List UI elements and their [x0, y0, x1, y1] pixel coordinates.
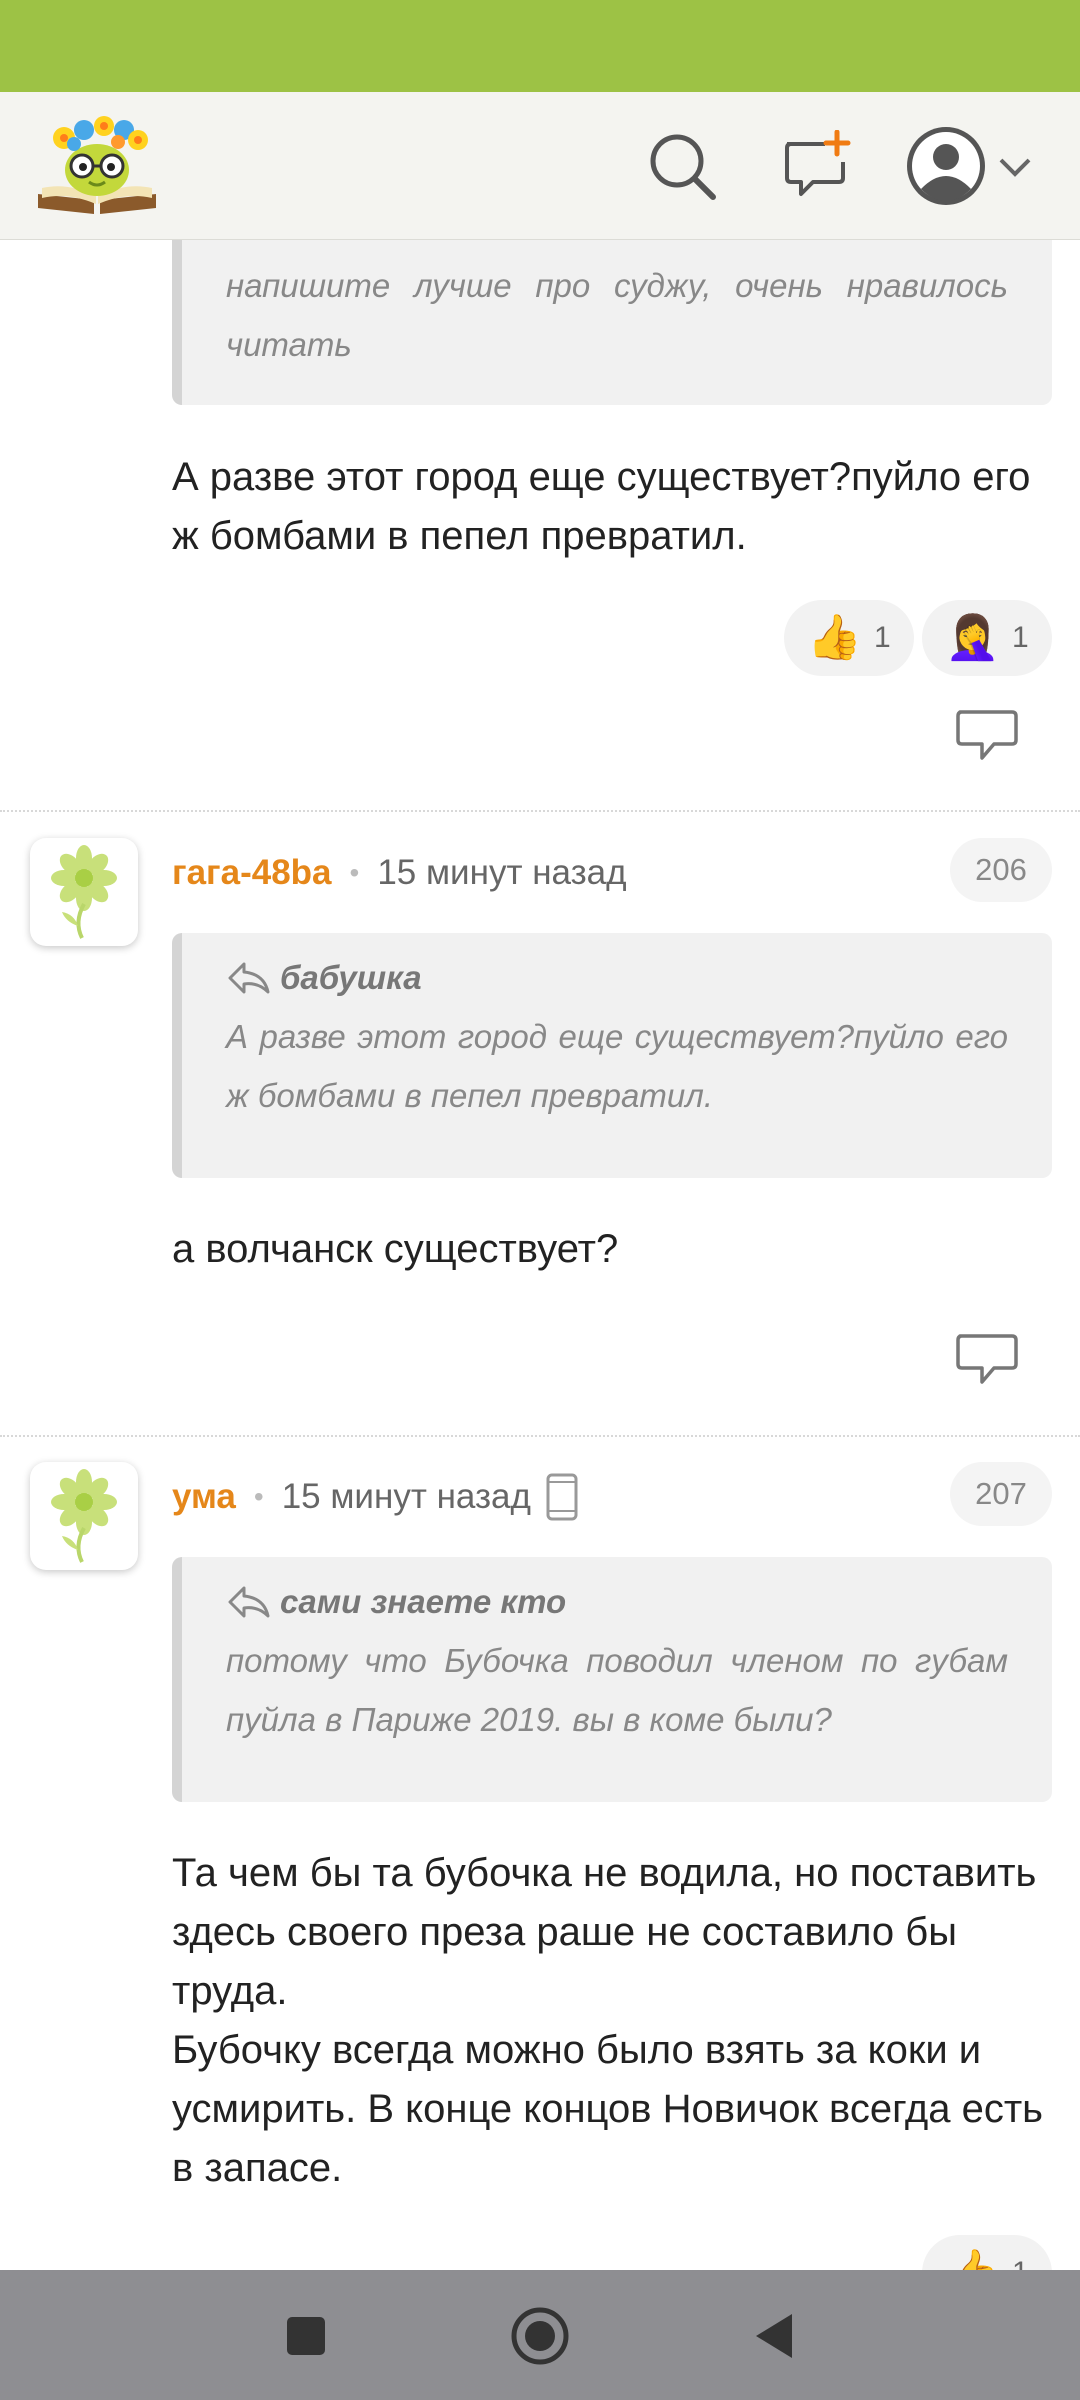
- recents-button[interactable]: [270, 2300, 342, 2372]
- search-icon: [650, 134, 716, 200]
- back-button[interactable]: [738, 2300, 810, 2372]
- username[interactable]: ума: [172, 1477, 236, 1517]
- triangle-back-icon: [756, 2314, 792, 2358]
- quote-text: потому что Бубочка поводил членом по губ…: [226, 1642, 1008, 1738]
- reaction-facepalm[interactable]: 🤦‍♀️ 1: [922, 600, 1052, 676]
- thumbs-up-icon: 👍: [807, 613, 863, 662]
- comment-divider: [0, 810, 1080, 812]
- quote-block: сами знаете кто потому что Бубочка повод…: [172, 1557, 1052, 1802]
- quote-block: напишите лучше про суджу, очень нравилос…: [172, 240, 1052, 405]
- facepalm-icon: 🤦‍♀️: [945, 613, 1001, 662]
- book-flower-glasses-logo-icon: [38, 116, 156, 214]
- quote-text: А разве этот город еще существует?пуйло …: [226, 1018, 1008, 1114]
- comment-meta: ума • 15 минут назад: [172, 1467, 579, 1527]
- mobile-phone-icon: [545, 1472, 579, 1522]
- comment-bubble-icon: [956, 1334, 1018, 1384]
- meta-separator: •: [349, 857, 360, 888]
- home-button[interactable]: [504, 2300, 576, 2372]
- meta-separator: •: [253, 1481, 264, 1512]
- quote-author-row: бабушка: [226, 959, 1008, 997]
- comment-bubble-icon: [956, 710, 1018, 760]
- app-header: [0, 92, 1080, 240]
- search-button[interactable]: [640, 124, 724, 208]
- avatar[interactable]: [30, 838, 138, 946]
- flower-avatar-icon: [51, 1469, 117, 1563]
- system-navigation-bar: [0, 2270, 1080, 2400]
- comment-body: А разве этот город еще существует?пуйло …: [172, 455, 1031, 558]
- comment-number-badge[interactable]: 206: [950, 838, 1052, 902]
- user-avatar-icon: [907, 127, 985, 205]
- reaction-thumbs-up[interactable]: 👍 1: [922, 2235, 1052, 2270]
- quote-author-row: сами знаете кто: [226, 1583, 1008, 1621]
- quote-text: напишите лучше про суджу, очень нравилос…: [226, 267, 1008, 363]
- chat-plus-icon: [785, 130, 851, 196]
- circle-home-icon: [511, 2307, 569, 2365]
- quote-author: сами знаете кто: [280, 1583, 567, 1620]
- quote-author: бабушка: [280, 959, 422, 996]
- comment-time: 15 минут назад: [281, 1477, 531, 1516]
- comment-body-line: Та чем бы та бубочка не водила, но поста…: [172, 1851, 1037, 2013]
- comment-number-badge[interactable]: 207: [950, 1462, 1052, 1526]
- reaction-count: 1: [1012, 2256, 1029, 2270]
- reply-button[interactable]: [952, 1330, 1022, 1390]
- comment-time: 15 минут назад: [377, 853, 627, 892]
- comment-body-line: Бубочку всегда можно было взять за коки …: [172, 2028, 1043, 2190]
- reply-button[interactable]: [952, 706, 1022, 766]
- status-bar: [0, 0, 1080, 92]
- reaction-thumbs-up[interactable]: 👍 1: [784, 600, 914, 676]
- comment-divider: [0, 1435, 1080, 1437]
- flower-avatar-icon: [51, 845, 117, 939]
- reply-arrow-icon: [228, 962, 270, 994]
- comments-feed: напишите лучше про суджу, очень нравилос…: [0, 240, 1080, 2270]
- avatar[interactable]: [30, 1462, 138, 1570]
- comment-body: а волчанск существует?: [172, 1227, 619, 1271]
- comment-body: Та чем бы та бубочка не водила, но поста…: [172, 1844, 1052, 2198]
- comment-meta: гага-48ba • 15 минут назад: [172, 843, 627, 903]
- chevron-down-icon: [999, 158, 1031, 177]
- username[interactable]: гага-48ba: [172, 853, 332, 893]
- square-recents-icon: [287, 2317, 325, 2355]
- profile-menu-button[interactable]: [895, 124, 1045, 208]
- reaction-count: 1: [1012, 621, 1029, 654]
- new-message-button[interactable]: [773, 124, 857, 208]
- reply-arrow-icon: [228, 1586, 270, 1618]
- reaction-count: 1: [874, 621, 891, 654]
- thumbs-up-icon: 👍: [945, 2251, 1000, 2271]
- site-logo[interactable]: [34, 108, 160, 220]
- quote-block: бабушка А разве этот город еще существуе…: [172, 933, 1052, 1178]
